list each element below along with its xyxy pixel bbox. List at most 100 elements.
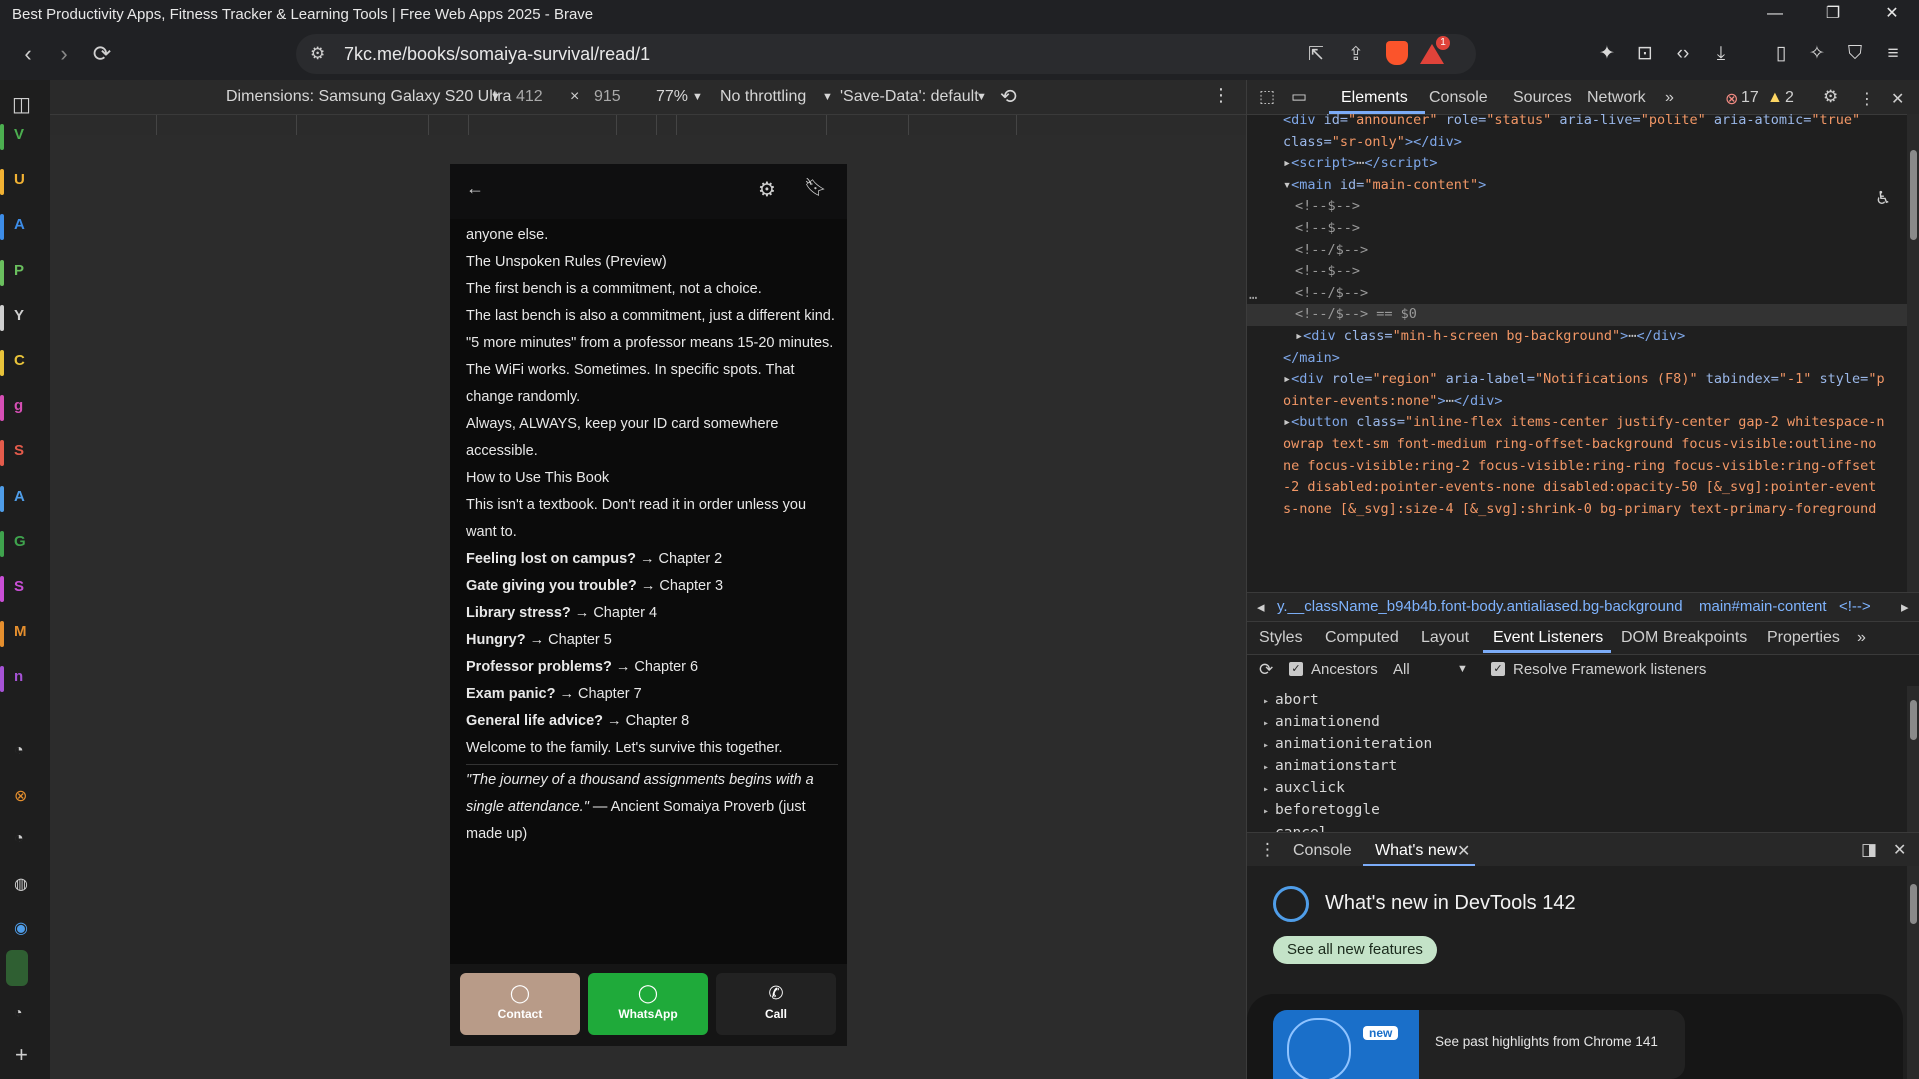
tab-network[interactable]: Network <box>1587 89 1646 107</box>
rail-item[interactable]: A <box>14 488 44 510</box>
dom-node[interactable]: class="sr-only"></div> <box>1283 132 1462 154</box>
open-in-app-icon[interactable]: ⇱ <box>1308 43 1324 66</box>
drawer-tab-console[interactable]: Console <box>1293 842 1352 860</box>
dom-node[interactable]: <!--$--> <box>1295 218 1360 240</box>
throttling-select[interactable]: No throttling <box>720 88 806 106</box>
dom-tree[interactable]: <div id="announcer" role="status" aria-l… <box>1247 114 1907 592</box>
dom-node[interactable]: ▾<main id="main-content"> <box>1283 175 1486 197</box>
resolve-framework-checkbox[interactable]: ✓ <box>1491 662 1505 676</box>
expand-arrow-icon[interactable]: ▸ <box>1263 784 1275 795</box>
expand-arrow-icon[interactable]: ▸ <box>1263 806 1275 817</box>
reload-button[interactable]: ⟳ <box>88 41 116 69</box>
error-icon[interactable]: ⊗ <box>1725 89 1738 109</box>
more-subtabs-icon[interactable]: » <box>1857 629 1866 647</box>
rail-item[interactable]: C <box>14 352 44 374</box>
rail-item[interactable]: S <box>14 442 44 464</box>
past-highlights-text[interactable]: See past highlights from Chrome 141 <box>1435 1034 1658 1049</box>
close-window-button[interactable]: ✕ <box>1872 2 1912 26</box>
dom-node-selected[interactable]: <!--/$--> == $0 <box>1247 304 1907 326</box>
breadcrumb-item-main[interactable]: main#main-content <box>1699 598 1827 615</box>
breadcrumb-right-icon[interactable]: ▸ <box>1901 598 1909 616</box>
event-listener-item[interactable]: ▸ animationstart <box>1263 756 1903 778</box>
rail-app-icon-2[interactable]: ⊗ <box>14 786 27 806</box>
see-all-features-button[interactable]: See all new features <box>1273 936 1437 964</box>
save-data-select[interactable]: 'Save-Data': default <box>840 88 979 106</box>
rail-active-tab[interactable] <box>6 950 28 986</box>
dom-node[interactable]: <!--$--> <box>1295 196 1360 218</box>
dom-node[interactable]: s-none [&_svg]:size-4 [&_svg]:shrink-0 b… <box>1283 499 1876 521</box>
events-scrollbar-thumb[interactable] <box>1910 700 1917 740</box>
rotate-icon[interactable]: ⟲ <box>1000 84 1017 109</box>
dom-node[interactable]: ▸<button class="inline-flex items-center… <box>1283 412 1885 434</box>
rail-app-icon-5[interactable]: ◔ <box>14 1004 22 1020</box>
accessibility-icon[interactable]: ♿︎ <box>1875 188 1891 209</box>
dom-node[interactable]: <!--/$--> <box>1295 240 1368 262</box>
ancestors-checkbox[interactable]: ✓ <box>1289 662 1303 676</box>
warning-icon[interactable]: ▲ <box>1767 89 1783 107</box>
zoom-select[interactable]: 77% <box>656 88 688 106</box>
extensions-icon[interactable]: ✦ <box>1594 42 1620 68</box>
close-drawer-icon[interactable]: ✕ <box>1893 840 1906 860</box>
devtools-icon[interactable]: ‹› <box>1670 42 1696 68</box>
expand-arrow-icon[interactable]: ▸ <box>1263 718 1275 729</box>
close-devtools-icon[interactable]: ✕ <box>1891 89 1904 109</box>
dom-node[interactable]: <div id="announcer" role="status" aria-l… <box>1283 114 1860 132</box>
dom-node[interactable]: ointer-events:none">⋯</div> <box>1283 391 1503 413</box>
subtab-dom-breakpoints[interactable]: DOM Breakpoints <box>1621 629 1747 647</box>
call-button[interactable]: ✆ Call <box>716 973 836 1035</box>
subtab-event-listeners[interactable]: Event Listeners <box>1493 629 1603 647</box>
subtab-styles[interactable]: Styles <box>1259 629 1303 647</box>
dock-icon[interactable]: ◨ <box>1861 840 1877 860</box>
event-listener-item[interactable]: ▸ animationend <box>1263 712 1903 734</box>
subtab-layout[interactable]: Layout <box>1421 629 1469 647</box>
device-dimensions-select[interactable]: Dimensions: Samsung Galaxy S20 Ultra <box>226 88 511 106</box>
minimize-button[interactable]: — <box>1755 2 1795 26</box>
settings-gear-icon[interactable]: ⚙ <box>758 177 776 202</box>
row-options-icon[interactable]: ⋯ <box>1249 288 1257 310</box>
rail-item[interactable]: Y <box>14 307 44 329</box>
menu-icon[interactable]: ≡ <box>1880 42 1906 68</box>
more-tabs-icon[interactable]: » <box>1665 89 1674 107</box>
rail-item[interactable]: U <box>14 171 44 193</box>
device-width-input[interactable]: 412 <box>516 88 543 106</box>
forward-button[interactable]: › <box>50 41 78 69</box>
tab-elements[interactable]: Elements <box>1341 89 1408 107</box>
device-height-input[interactable]: 915 <box>594 88 621 106</box>
back-arrow-icon[interactable]: ← <box>466 178 484 199</box>
inspect-element-icon[interactable]: ⬚ <box>1259 87 1275 107</box>
add-tab-icon[interactable]: + <box>15 1042 28 1068</box>
breadcrumb-item-body[interactable]: y.__className_b94b4b.font-body.antialias… <box>1277 598 1683 615</box>
brave-shields-icon[interactable] <box>1386 41 1408 65</box>
rail-app-icon-3[interactable]: ◔ <box>14 830 24 848</box>
whats-new-scrollbar-thumb[interactable] <box>1910 884 1917 924</box>
devtools-settings-icon[interactable]: ⚙ <box>1823 87 1838 107</box>
filter-select[interactable]: All <box>1393 661 1410 678</box>
site-info-icon[interactable]: ⚙ <box>310 44 325 64</box>
rail-item[interactable]: S <box>14 578 44 600</box>
expand-arrow-icon[interactable]: ▸ <box>1263 740 1275 751</box>
tab-console[interactable]: Console <box>1429 89 1488 107</box>
share-icon[interactable]: ⇪ <box>1348 43 1364 66</box>
dom-scrollbar-thumb[interactable] <box>1910 150 1917 240</box>
error-count[interactable]: 17 <box>1741 89 1759 107</box>
rail-item[interactable]: n <box>14 668 44 690</box>
breadcrumb-item-comment[interactable]: <!--> <box>1839 598 1871 615</box>
device-toggle-icon[interactable]: ▭ <box>1291 87 1307 107</box>
whatsapp-button[interactable]: ◯ WhatsApp <box>588 973 708 1035</box>
url-text[interactable]: 7kc.me/books/somaiya-survival/read/1 <box>344 44 650 65</box>
sidebar-panel-icon[interactable]: ◫ <box>12 92 31 117</box>
dom-node[interactable]: <!--$--> <box>1295 261 1360 283</box>
rail-app-icon-4[interactable]: ◉ <box>14 918 28 938</box>
drawer-menu-icon[interactable]: ⋮ <box>1259 840 1276 860</box>
sidebar-toggle-icon[interactable]: ▯ <box>1768 42 1794 68</box>
breadcrumb-left-icon[interactable]: ◂ <box>1257 598 1265 616</box>
rail-item[interactable]: M <box>14 623 44 645</box>
rail-globe-icon[interactable]: ◍ <box>14 874 28 894</box>
contact-button[interactable]: ◯ Contact <box>460 973 580 1035</box>
screenshot-icon[interactable]: ⊡ <box>1632 42 1658 68</box>
dom-node[interactable]: ▸<script>⋯</script> <box>1283 153 1437 175</box>
rail-item[interactable]: G <box>14 533 44 555</box>
rail-item[interactable]: g <box>14 397 44 419</box>
rail-item[interactable]: V <box>14 126 44 148</box>
event-listener-item[interactable]: ▸ animationiteration <box>1263 734 1903 756</box>
